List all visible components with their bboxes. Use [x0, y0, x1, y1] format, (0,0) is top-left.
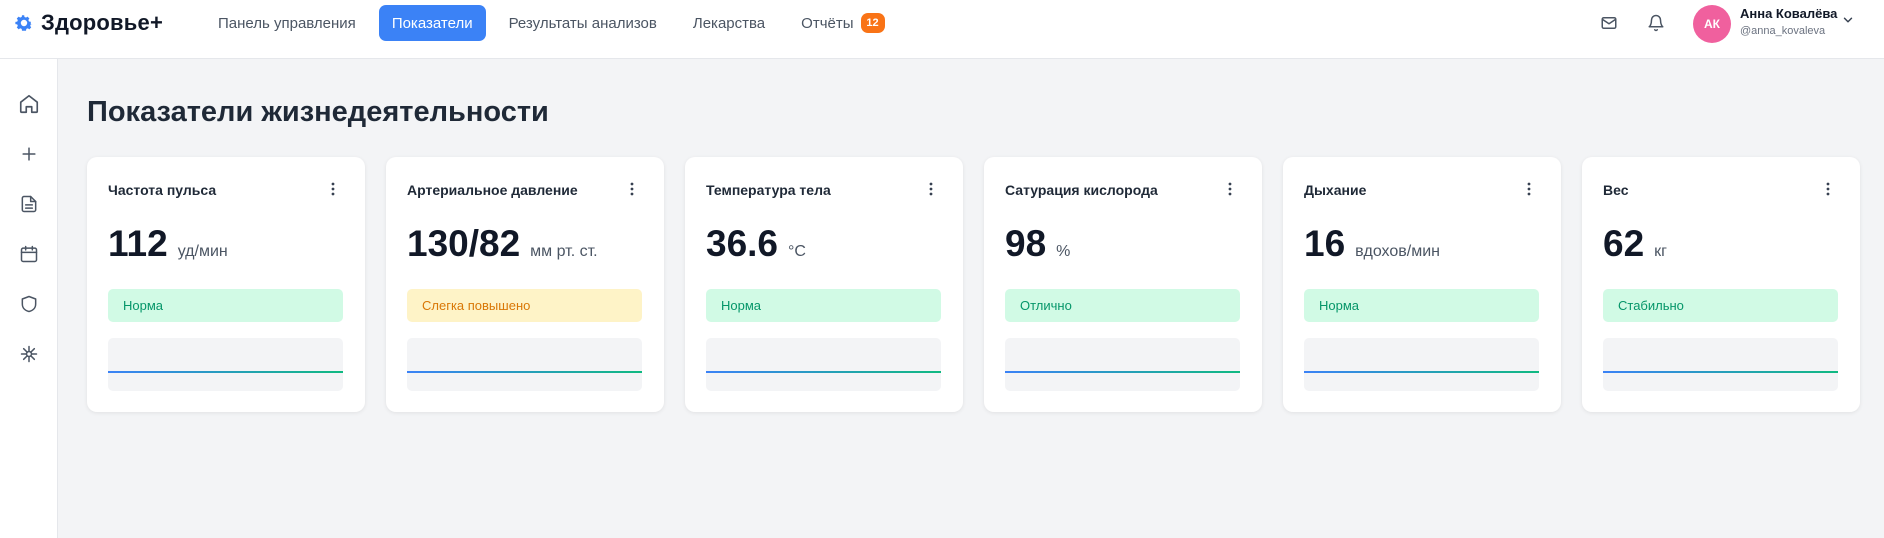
nav-label: Панель управления	[218, 14, 356, 32]
card-unit: мм рт. ст.	[530, 243, 598, 260]
card-reading: 62 кг	[1603, 223, 1667, 265]
trend-sparkline	[706, 338, 941, 391]
card-title: Частота пульса	[108, 182, 217, 198]
vital-card-oxygen[interactable]: Сатурация кислорода 98 % Отлично	[984, 157, 1262, 412]
card-value: 130/82	[407, 223, 521, 264]
more-vertical-icon[interactable]	[321, 177, 345, 201]
gear-logo-icon	[13, 12, 35, 34]
nav-medications[interactable]: Лекарства	[680, 5, 778, 41]
top-bar: Здоровье+ Панель управления Показатели Р…	[0, 0, 1884, 59]
home-icon[interactable]	[9, 84, 49, 124]
reports-count-badge: 12	[860, 13, 885, 33]
shield-icon[interactable]	[9, 284, 49, 324]
card-unit: вдохов/мин	[1355, 243, 1440, 260]
user-menu[interactable]: Анна Ковалёва @anna_kovaleva	[1740, 6, 1850, 37]
nav-label: Лекарства	[692, 14, 766, 32]
nav-label: Показатели	[391, 14, 473, 32]
calendar-icon[interactable]	[9, 234, 49, 274]
avatar[interactable]: АК	[1693, 5, 1731, 43]
trend-sparkline	[1005, 338, 1240, 391]
document-icon[interactable]	[9, 184, 49, 224]
card-value: 112	[108, 223, 168, 264]
sidebar	[0, 59, 58, 538]
user-name: Анна Ковалёва	[1740, 6, 1838, 21]
status-badge: Норма	[108, 289, 343, 322]
card-title: Вес	[1603, 182, 1629, 198]
card-reading: 130/82 мм рт. ст.	[407, 223, 598, 265]
bell-icon[interactable]	[1641, 10, 1671, 36]
card-reading: 16 вдохов/мин	[1304, 223, 1440, 265]
card-title: Артериальное давление	[407, 182, 578, 198]
trend-sparkline	[108, 338, 343, 391]
card-title: Температура тела	[706, 182, 831, 198]
card-unit: °C	[788, 243, 806, 260]
card-title: Сатурация кислорода	[1005, 182, 1158, 198]
vital-card-blood-pressure[interactable]: Артериальное давление 130/82 мм рт. ст. …	[386, 157, 664, 412]
main-nav: Панель управления Показатели Результаты …	[205, 5, 908, 41]
more-vertical-icon[interactable]	[620, 177, 644, 201]
vitals-cards: Частота пульса 112 уд/мин Норма Артериал…	[87, 157, 1860, 412]
card-value: 62	[1603, 223, 1645, 264]
nav-reports[interactable]: Отчёты 12	[788, 5, 897, 41]
status-badge: Отлично	[1005, 289, 1240, 322]
more-vertical-icon[interactable]	[1218, 177, 1242, 201]
trend-sparkline	[1304, 338, 1539, 391]
card-value: 98	[1005, 223, 1047, 264]
more-vertical-icon[interactable]	[919, 177, 943, 201]
card-reading: 112 уд/мин	[108, 223, 228, 265]
card-unit: %	[1056, 243, 1071, 260]
card-value: 16	[1304, 223, 1346, 264]
plus-icon[interactable]	[9, 134, 49, 174]
status-badge: Стабильно	[1603, 289, 1838, 322]
vital-card-temperature[interactable]: Температура тела 36.6 °C Норма	[685, 157, 963, 412]
nav-vitals[interactable]: Показатели	[378, 5, 486, 41]
vital-card-heart-rate[interactable]: Частота пульса 112 уд/мин Норма	[87, 157, 365, 412]
nav-label: Отчёты	[801, 14, 854, 32]
user-handle: @anna_kovaleva	[1740, 25, 1826, 37]
vital-card-weight[interactable]: Вес 62 кг Стабильно	[1582, 157, 1860, 412]
status-badge: Норма	[1304, 289, 1539, 322]
nav-dashboard[interactable]: Панель управления	[205, 5, 369, 41]
vital-card-respiration[interactable]: Дыхание 16 вдохов/мин Норма	[1283, 157, 1561, 412]
nav-label: Результаты анализов	[508, 14, 657, 32]
card-unit: уд/мин	[177, 243, 228, 260]
card-unit: кг	[1654, 243, 1667, 260]
mail-icon[interactable]	[1594, 10, 1624, 36]
more-vertical-icon[interactable]	[1517, 177, 1541, 201]
more-vertical-icon[interactable]	[1816, 177, 1840, 201]
virus-icon[interactable]	[9, 334, 49, 374]
status-badge: Норма	[706, 289, 941, 322]
card-value: 36.6	[706, 223, 779, 264]
card-reading: 36.6 °C	[706, 223, 806, 265]
status-badge: Слегка повышено	[407, 289, 642, 322]
trend-sparkline	[1603, 338, 1838, 391]
chevron-down-icon[interactable]	[1840, 12, 1856, 28]
brand-name: Здоровье+	[41, 10, 163, 35]
brand[interactable]: Здоровье+	[13, 10, 163, 36]
page-title: Показатели жизнедеятельности	[87, 96, 549, 128]
nav-lab-results[interactable]: Результаты анализов	[496, 5, 670, 41]
card-reading: 98 %	[1005, 223, 1070, 265]
trend-sparkline	[407, 338, 642, 391]
card-title: Дыхание	[1304, 182, 1367, 198]
